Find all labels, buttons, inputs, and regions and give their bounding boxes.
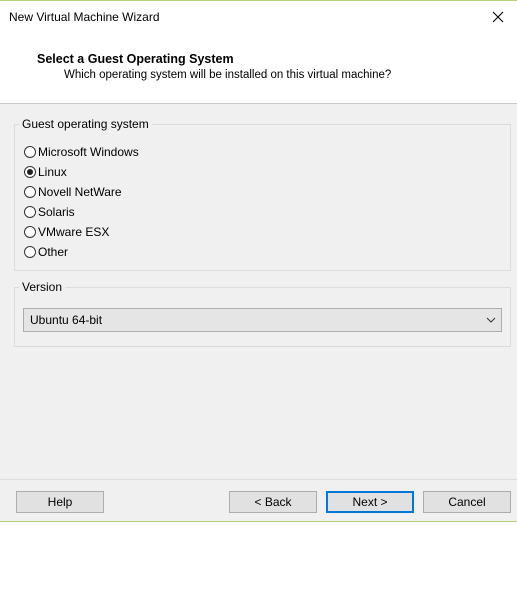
title-bar: New Virtual Machine Wizard (0, 1, 517, 33)
cancel-button[interactable]: Cancel (423, 491, 511, 513)
window-title: New Virtual Machine Wizard (9, 10, 160, 24)
close-button[interactable] (483, 3, 513, 31)
help-button[interactable]: Help (16, 491, 104, 513)
close-icon (492, 11, 504, 23)
wizard-header: Select a Guest Operating System Which op… (0, 33, 517, 104)
radio-label: Linux (38, 165, 67, 179)
radio-button-checked[interactable] (24, 166, 36, 178)
next-button[interactable]: Next > (326, 491, 414, 513)
radio-label: VMware ESX (38, 225, 110, 239)
page-title: Select a Guest Operating System (37, 52, 234, 66)
footer-divider (0, 479, 517, 480)
radio-label: Novell NetWare (38, 185, 122, 199)
radio-button-unchecked[interactable] (24, 146, 36, 158)
version-select[interactable]: Ubuntu 64-bit (23, 308, 502, 332)
radio-button-unchecked[interactable] (24, 186, 36, 198)
back-button[interactable]: < Back (229, 491, 317, 513)
radio-option-solaris[interactable]: Solaris (24, 203, 75, 221)
radio-label: Microsoft Windows (38, 145, 139, 159)
version-select-value: Ubuntu 64-bit (30, 313, 103, 327)
guest-os-group: Guest operating system Microsoft Windows… (14, 117, 511, 271)
wizard-dialog: New Virtual Machine Wizard Select a Gues… (0, 0, 517, 522)
radio-button-unchecked[interactable] (24, 246, 36, 258)
radio-button-unchecked[interactable] (24, 206, 36, 218)
radio-label: Solaris (38, 205, 75, 219)
radio-option-other[interactable]: Other (24, 243, 68, 261)
chevron-down-icon[interactable] (481, 309, 501, 331)
radio-option-linux[interactable]: Linux (24, 163, 67, 181)
page-subtitle: Which operating system will be installed… (64, 69, 392, 81)
radio-option-novell-netware[interactable]: Novell NetWare (24, 183, 122, 201)
radio-option-vmware-esx[interactable]: VMware ESX (24, 223, 109, 241)
radio-label: Other (38, 245, 69, 259)
guest-os-group-label: Guest operating system (19, 117, 152, 132)
radio-button-unchecked[interactable] (24, 226, 36, 238)
version-group-label: Version (19, 280, 66, 295)
radio-option-microsoft-windows[interactable]: Microsoft Windows (24, 143, 139, 161)
version-group: Version Ubuntu 64-bit (14, 280, 511, 347)
